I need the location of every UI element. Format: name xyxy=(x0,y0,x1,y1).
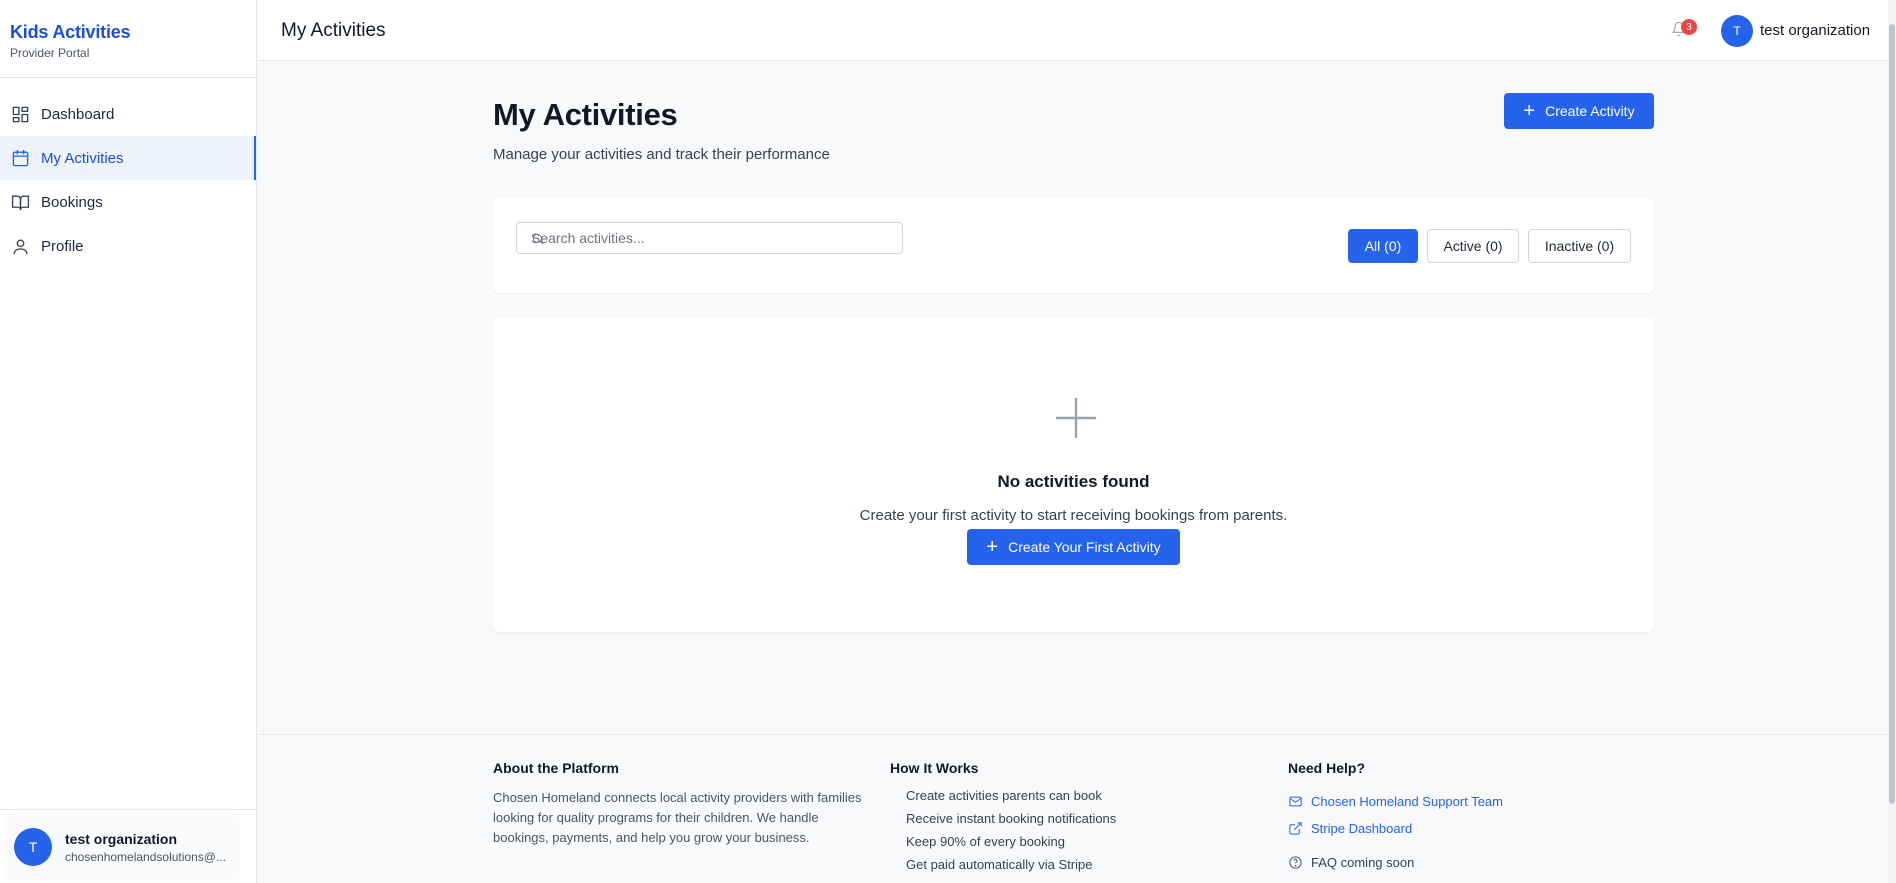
sidebar-item-label: My Activities xyxy=(41,149,124,167)
sidebar-item-dashboard[interactable]: Dashboard xyxy=(0,92,256,136)
brand: Kids Activities Provider Portal xyxy=(0,0,256,78)
grid-icon xyxy=(12,106,29,122)
footer: About the Platform Chosen Homeland conne… xyxy=(258,734,1888,883)
footer-help: Need Help? Chosen Homeland Support Team … xyxy=(1288,760,1503,876)
sidebar-user-card[interactable]: T test organization chosenhomelandsoluti… xyxy=(4,813,240,881)
search-input[interactable]: Search activities... xyxy=(516,222,903,254)
top-bar: My Activities 3 T test organization xyxy=(258,0,1888,61)
create-first-activity-label: Create Your First Activity xyxy=(1008,539,1161,555)
mail-icon xyxy=(1289,796,1302,807)
calendar-icon xyxy=(12,149,29,166)
stripe-dashboard-link[interactable]: Stripe Dashboard xyxy=(1288,815,1503,842)
create-activity-label: Create Activity xyxy=(1545,103,1635,119)
sidebar-item-my-activities[interactable]: My Activities xyxy=(0,136,256,180)
brand-title[interactable]: Kids Activities xyxy=(10,22,256,43)
scrollbar[interactable] xyxy=(1888,0,1896,883)
filter-all[interactable]: All (0) xyxy=(1348,229,1418,263)
sidebar-user-email: chosenhomelandsolutions@... xyxy=(65,849,226,864)
footer-how-item: Keep 90% of every booking xyxy=(906,834,1065,849)
notification-button[interactable]: 3 xyxy=(1671,19,1697,43)
empty-message: Create your first activity to start rece… xyxy=(859,507,1288,524)
sidebar-item-label: Bookings xyxy=(41,193,103,211)
plus-icon: + xyxy=(986,536,999,558)
filter-card: Search activities... All (0) Active (0) … xyxy=(493,198,1654,293)
sidebar-user: T test organization chosenhomelandsoluti… xyxy=(0,809,256,883)
footer-how-item: Create activities parents can book xyxy=(906,788,1102,803)
footer-how: How It Works Create activities parents c… xyxy=(890,760,1116,880)
header-avatar[interactable]: T xyxy=(1721,15,1753,47)
footer-how-item: Get paid automatically via Stripe xyxy=(906,857,1093,872)
sidebar-item-bookings[interactable]: Bookings xyxy=(0,180,256,224)
filter-inactive[interactable]: Inactive (0) xyxy=(1528,229,1631,263)
sidebar-item-label: Dashboard xyxy=(41,105,115,123)
footer-about-text: Chosen Homeland connects local activity … xyxy=(493,790,862,845)
avatar: T xyxy=(14,828,52,866)
book-icon xyxy=(11,194,30,210)
faq-note: FAQ coming soon xyxy=(1288,849,1503,876)
empty-title: No activities found xyxy=(997,472,1150,491)
footer-about-heading: About the Platform xyxy=(493,760,619,776)
footer-about: About the Platform Chosen Homeland conne… xyxy=(493,760,868,848)
page-subtitle: Manage your activities and track their p… xyxy=(493,146,830,163)
sidebar-item-label: Profile xyxy=(41,237,84,255)
footer-help-heading: Need Help? xyxy=(1288,760,1366,776)
stripe-dashboard-label: Stripe Dashboard xyxy=(1311,821,1413,836)
create-activity-button[interactable]: + Create Activity xyxy=(1504,93,1654,129)
sidebar-item-profile[interactable]: Profile xyxy=(0,224,256,268)
create-first-activity-button[interactable]: + Create Your First Activity xyxy=(967,529,1180,565)
sidebar-nav: Dashboard My Activities Bookings Profile xyxy=(0,78,256,268)
brand-subtitle: Provider Portal xyxy=(10,46,90,60)
notification-badge: 3 xyxy=(1681,19,1697,35)
footer-how-heading: How It Works xyxy=(890,760,979,776)
header-user-name[interactable]: test organization xyxy=(1760,22,1870,39)
scrollbar-thumb[interactable] xyxy=(1889,24,1895,804)
empty-state: No activities found Create your first ac… xyxy=(493,317,1654,632)
search-placeholder: Search activities... xyxy=(531,230,645,246)
plus-icon xyxy=(1053,395,1099,441)
help-circle-icon xyxy=(1289,856,1302,869)
support-link[interactable]: Chosen Homeland Support Team xyxy=(1288,788,1503,815)
user-icon xyxy=(13,238,28,254)
sidebar-user-name: test organization xyxy=(65,830,178,847)
support-link-label: Chosen Homeland Support Team xyxy=(1311,794,1503,809)
faq-label: FAQ coming soon xyxy=(1311,855,1415,870)
filter-active[interactable]: Active (0) xyxy=(1427,229,1519,263)
page-title: My Activities xyxy=(493,97,678,132)
sidebar: Kids Activities Provider Portal Dashboar… xyxy=(0,0,257,883)
footer-how-item: Receive instant booking notifications xyxy=(906,811,1117,826)
header-title: My Activities xyxy=(281,20,386,41)
plus-icon: + xyxy=(1523,100,1536,122)
external-link-icon xyxy=(1289,822,1302,835)
